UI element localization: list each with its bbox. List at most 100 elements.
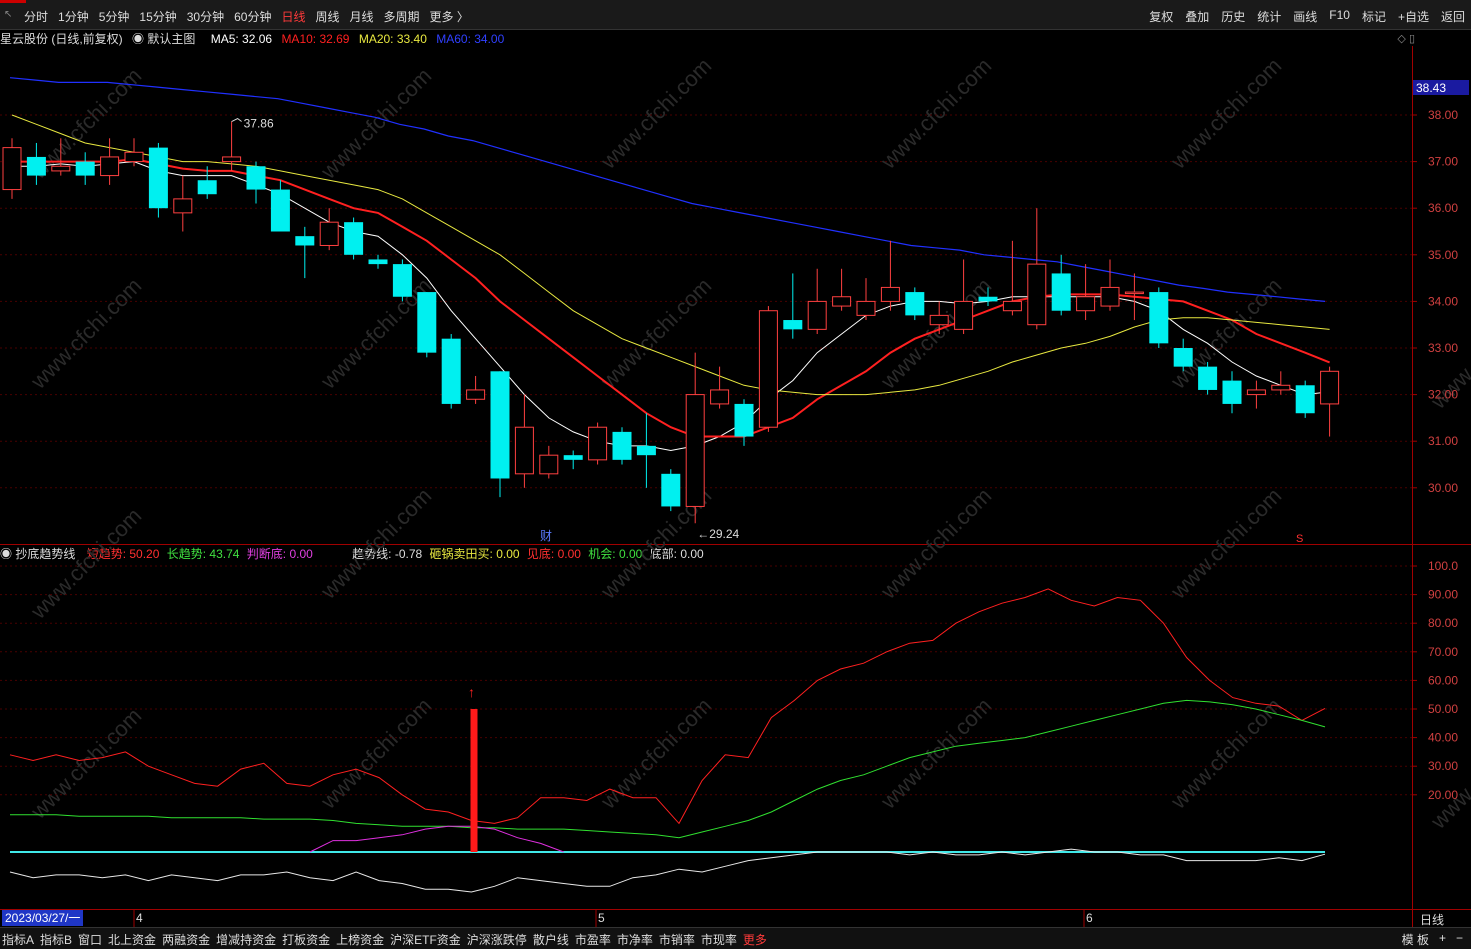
candle-49 xyxy=(1198,361,1218,395)
bottom-tab-0[interactable]: 指标A xyxy=(2,931,34,948)
tool-button-8[interactable]: 返回 xyxy=(1441,8,1465,25)
period-tab-0[interactable]: 分时 xyxy=(24,8,48,25)
bottom-tab-6[interactable]: 打板资金 xyxy=(282,931,330,948)
high-marker-label: 37.86 xyxy=(244,117,274,131)
candle-4 xyxy=(100,138,120,185)
current-price-tag: 38.43 xyxy=(1416,81,1446,95)
price-tick-5: 33.00 xyxy=(1428,341,1458,355)
watermark-18: www.cfchi.com xyxy=(875,693,996,814)
watermark-10: www.cfchi.com xyxy=(25,503,146,624)
period-tab-6[interactable]: 日线 xyxy=(281,8,305,25)
candle-24 xyxy=(588,422,608,465)
period-tab-4[interactable]: 30分钟 xyxy=(187,8,224,25)
candle-34 xyxy=(832,268,852,311)
candle-11 xyxy=(270,180,290,232)
watermark-0: www.cfchi.com xyxy=(25,63,146,184)
candle-47 xyxy=(1149,287,1169,348)
watermark-8: www.cfchi.com xyxy=(875,273,996,394)
candle-body-53 xyxy=(1295,385,1315,414)
bottom-control-0[interactable]: 模 板 xyxy=(1402,931,1429,948)
watermark-13: www.cfchi.com xyxy=(875,483,996,604)
long-trend-label: 长趋势: 43.74 xyxy=(166,547,240,561)
candle-body-20 xyxy=(490,371,510,479)
candle-41 xyxy=(1002,240,1022,316)
candle-23 xyxy=(563,450,583,470)
period-tab-2[interactable]: 5分钟 xyxy=(99,8,130,25)
menu-toggle-icon[interactable]: ↖ xyxy=(4,9,12,20)
main-chart-infobar: 星云股份 (日线,前复权) ◉ 默认主图 MA5: 32.06 MA10: 32… xyxy=(0,30,510,46)
bottom-tab-13[interactable]: 市销率 xyxy=(659,931,695,948)
ind-tick-1: 90.00 xyxy=(1428,588,1458,602)
low-marker-label: ←29.24 xyxy=(697,527,739,541)
candle-46 xyxy=(1124,273,1144,321)
bottom-tab-9[interactable]: 沪深涨跌停 xyxy=(467,931,527,948)
candle-10 xyxy=(246,161,266,204)
ind-line-1 xyxy=(10,699,1326,839)
indicator-name[interactable]: ◉ 抄底趋势线 xyxy=(0,547,79,561)
period-tab-1[interactable]: 1分钟 xyxy=(58,8,89,25)
bottom-tab-7[interactable]: 上榜资金 xyxy=(336,931,384,948)
period-tab-7[interactable]: 周线 xyxy=(315,8,339,25)
candle-body-5 xyxy=(124,151,144,163)
bottom-tab-11[interactable]: 市盈率 xyxy=(575,931,611,948)
signal-bar-0 xyxy=(470,709,478,852)
tool-button-5[interactable]: F10 xyxy=(1329,8,1350,25)
candle-body-37 xyxy=(905,292,925,316)
bottom-tab-3[interactable]: 北上资金 xyxy=(108,931,156,948)
bottom-tabbar: 指标A 指标B 窗口 北上资金 两融资金 增减持资金 打板资金 上榜资金 沪深ETF资金 沪深涨跌… xyxy=(0,927,1471,949)
current-price-tag-bg xyxy=(1413,80,1469,95)
watermark-15: www.cfchi.com xyxy=(25,703,146,824)
candle-31 xyxy=(758,306,778,432)
bottom-control-2[interactable]: − xyxy=(1456,931,1463,948)
candle-body-31 xyxy=(758,310,778,428)
candle-25 xyxy=(612,427,632,465)
tool-button-0[interactable]: 复权 xyxy=(1149,8,1173,25)
period-tab-8[interactable]: 月线 xyxy=(350,8,374,25)
bottom-tab-5[interactable]: 增减持资金 xyxy=(216,931,276,948)
cursor-date: 2023/03/27/一 xyxy=(2,910,84,926)
candle-7 xyxy=(173,175,193,232)
candle-body-46 xyxy=(1124,291,1144,295)
period-tab-3[interactable]: 15分钟 xyxy=(139,8,176,25)
tool-button-1[interactable]: 叠加 xyxy=(1185,8,1209,25)
bottom-tab-4[interactable]: 两融资金 xyxy=(162,931,210,948)
ma-line-ma5 xyxy=(12,161,1330,452)
tool-button-3[interactable]: 统计 xyxy=(1257,8,1281,25)
candle-36 xyxy=(880,240,900,311)
period-tab-10[interactable]: 更多 〉 xyxy=(430,8,469,25)
candle-body-4 xyxy=(100,156,120,177)
bottom-tab-15[interactable]: 更多 xyxy=(743,931,767,948)
tool-button-4[interactable]: 画线 xyxy=(1293,8,1317,25)
period-tab-9[interactable]: 多周期 xyxy=(384,8,420,25)
chart-corner-icons[interactable]: ◇ ▯ xyxy=(1397,32,1415,45)
candle-26 xyxy=(636,413,656,488)
candle-body-49 xyxy=(1198,366,1218,390)
candle-18 xyxy=(441,334,461,409)
tool-button-6[interactable]: 标记 xyxy=(1362,8,1386,25)
tool-button-7[interactable]: +自选 xyxy=(1398,8,1429,25)
bottom-tab-10[interactable]: 散户线 xyxy=(533,931,569,948)
candle-body-16 xyxy=(392,264,412,297)
candle-body-34 xyxy=(832,296,852,307)
date-axis: 2023/03/27/一 xyxy=(0,909,1412,927)
bottom-tab-12[interactable]: 市净率 xyxy=(617,931,653,948)
ind-tick-2: 80.00 xyxy=(1428,616,1458,630)
bottom-tab-1[interactable]: 指标B xyxy=(40,931,72,948)
watermark-14: www.cfchi.com xyxy=(1165,483,1286,604)
candle-39 xyxy=(954,259,974,335)
bottom-tab-14[interactable]: 市现率 xyxy=(701,931,737,948)
tool-button-2[interactable]: 历史 xyxy=(1221,8,1245,25)
candle-body-11 xyxy=(270,189,290,232)
chart-canvas[interactable]: www.cfchi.com www.cfchi.com www.cfchi.com w… xyxy=(0,0,1471,949)
bottom-tab-2[interactable]: 窗口 xyxy=(78,931,102,948)
bottom-tab-8[interactable]: 沪深ETF资金 xyxy=(390,931,461,948)
bottom-control-1[interactable]: + xyxy=(1439,931,1446,948)
candle-0 xyxy=(2,138,22,199)
candle-body-40 xyxy=(978,296,998,302)
price-tick-8: 30.00 xyxy=(1428,481,1458,495)
watermark-2: www.cfchi.com xyxy=(595,53,716,174)
template-selector[interactable]: ◉ 默认主图 xyxy=(132,32,201,46)
candle-14 xyxy=(344,217,364,260)
period-tab-5[interactable]: 60分钟 xyxy=(234,8,271,25)
ind-line-3 xyxy=(9,848,1326,893)
